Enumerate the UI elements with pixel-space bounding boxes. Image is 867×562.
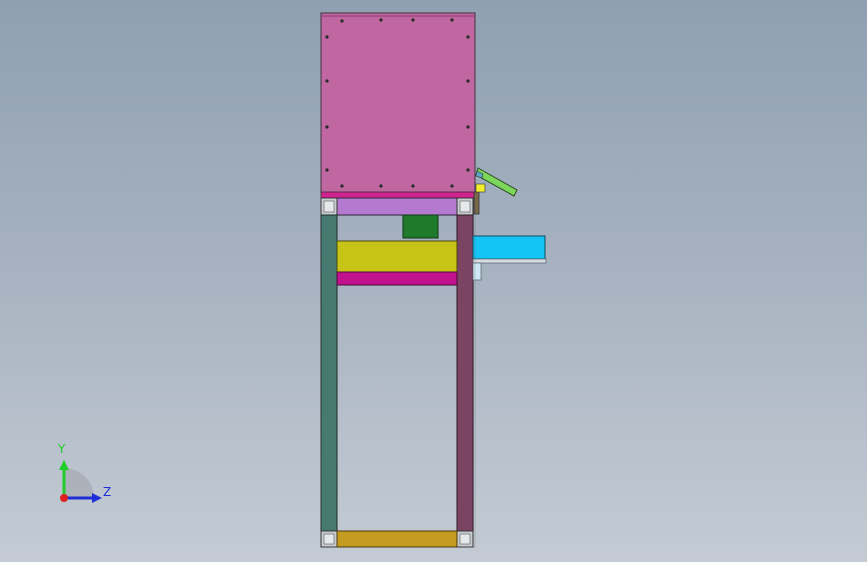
cabinet-base-strip[interactable] — [320, 191, 476, 199]
z-axis-arrow-icon — [92, 493, 102, 503]
left-leg[interactable] — [320, 214, 338, 532]
sensor-assembly[interactable] — [475, 167, 518, 197]
x-axis-origin-icon — [60, 494, 68, 502]
magenta-beam[interactable] — [336, 271, 458, 286]
yellow-beam[interactable] — [336, 240, 458, 273]
triad-y-label: Y — [58, 442, 66, 456]
top-rail[interactable] — [336, 197, 458, 216]
triad-plane-indicator — [64, 468, 94, 498]
triad-z-label: Z — [103, 485, 112, 499]
bottom-rail[interactable] — [336, 530, 458, 548]
motor-block[interactable] — [402, 214, 439, 239]
cabinet-part[interactable] — [320, 12, 476, 194]
machine-model[interactable] — [0, 0, 867, 562]
3d-viewport[interactable]: Y Z — [0, 0, 867, 562]
y-axis-arrow-icon — [59, 460, 69, 470]
cyan-tray[interactable] — [472, 235, 547, 281]
right-leg[interactable] — [456, 214, 474, 532]
cabinet-panel[interactable] — [320, 12, 476, 194]
